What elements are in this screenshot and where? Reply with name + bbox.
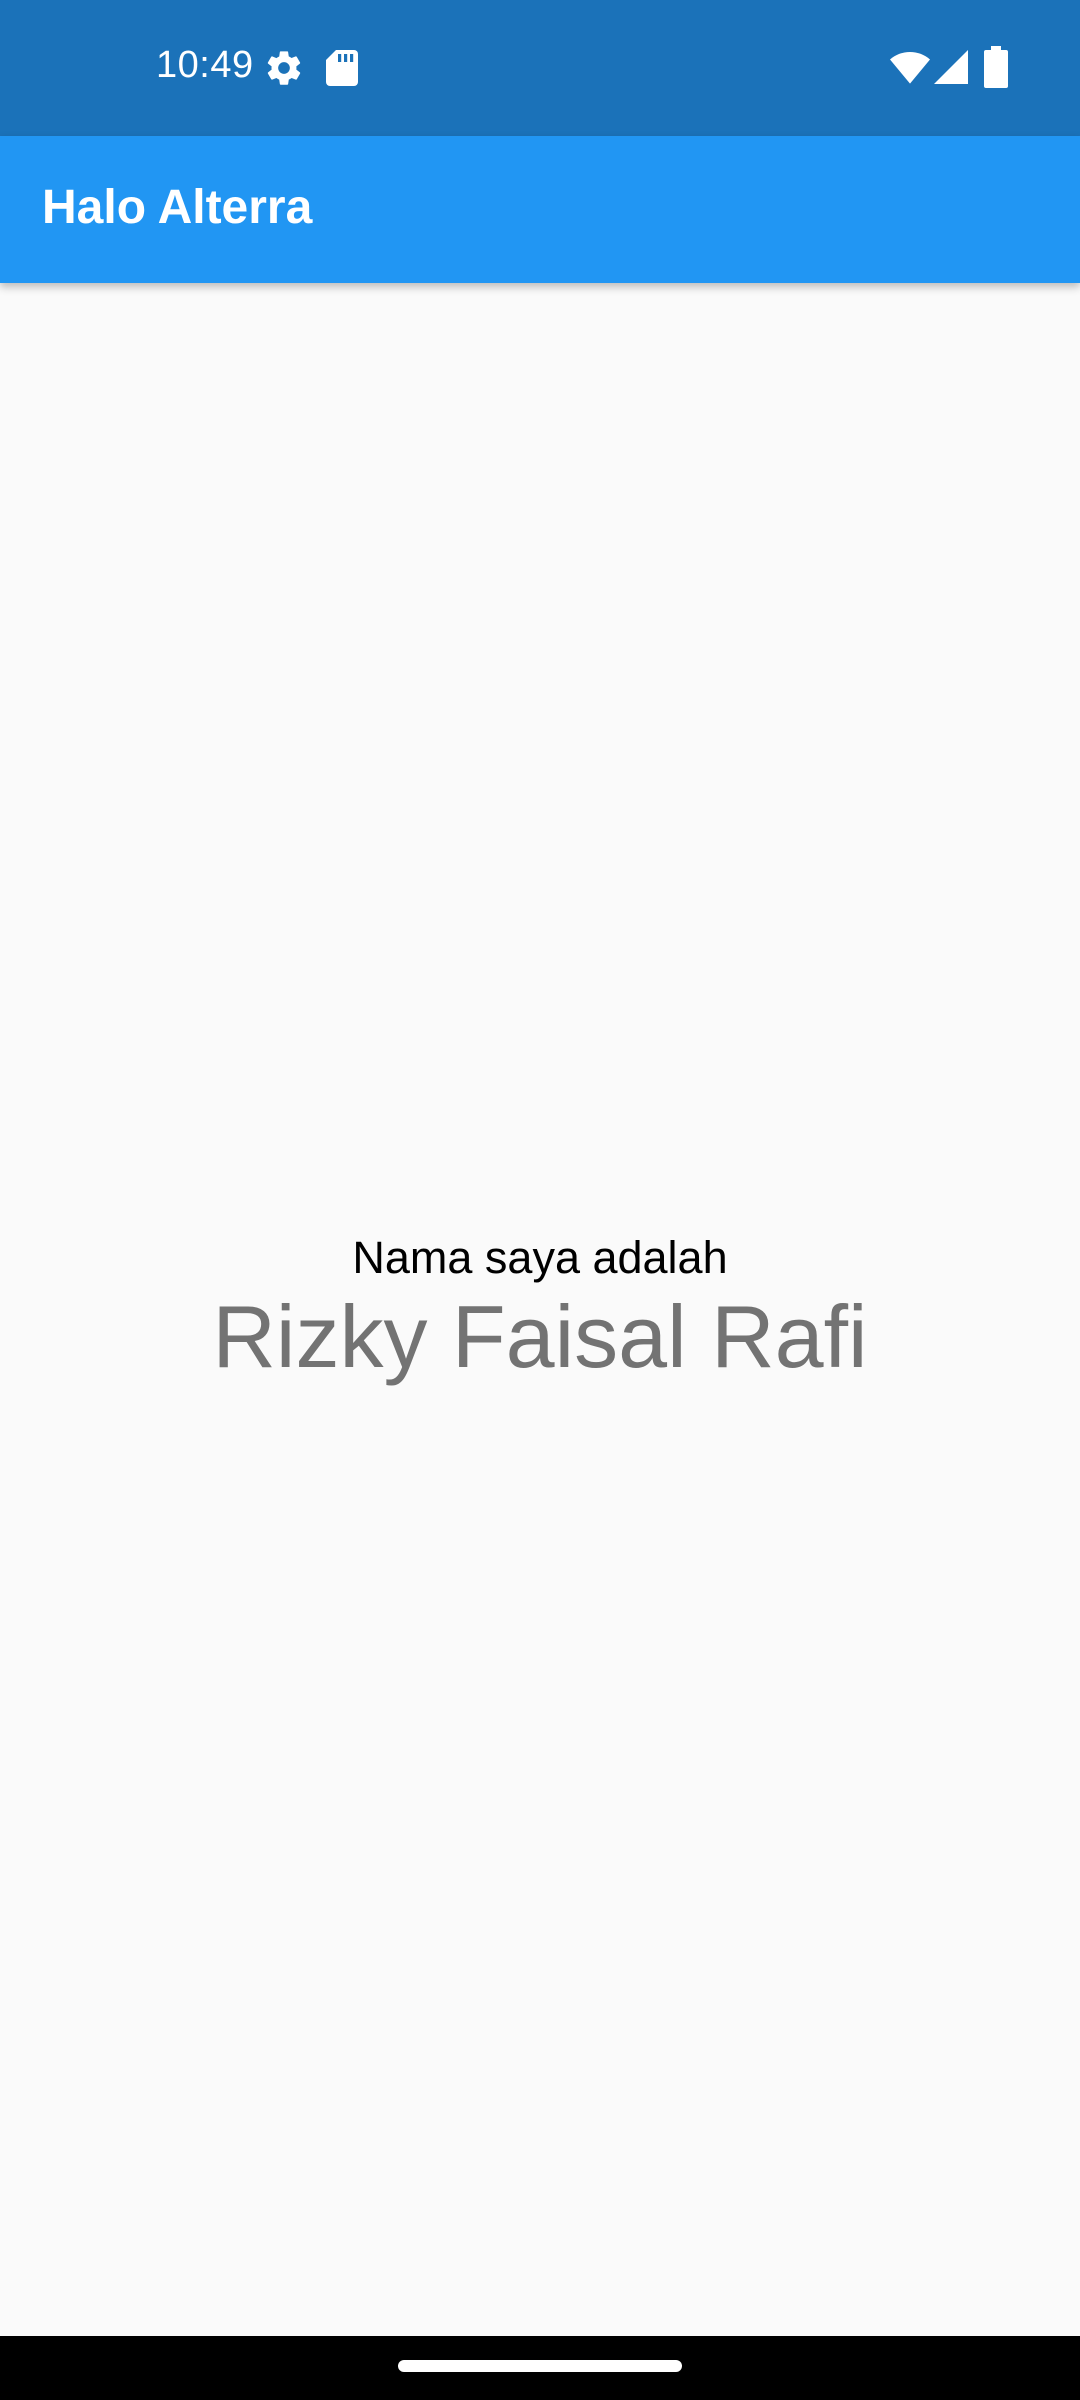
battery-icon [984,46,1008,88]
wifi-icon [890,52,930,84]
home-gesture-handle[interactable] [398,2360,682,2372]
intro-text: Nama saya adalah [352,1232,728,1283]
status-bar: 10:49 [0,0,1080,136]
status-time: 10:49 [156,44,254,86]
app-bar-title: Halo Alterra [42,181,313,234]
app-screen: 10:49 Halo Alterra Nama saya adalah Rizk… [0,0,1080,2400]
app-bar: Halo Alterra [0,136,1080,283]
main-content: Nama saya adalah Rizky Faisal Rafi [0,283,1080,2336]
name-text: Rizky Faisal Rafi [212,1287,868,1386]
name-card: Nama saya adalah Rizky Faisal Rafi [0,1229,1080,1387]
settings-gear-icon [267,51,301,85]
sd-card-icon [326,50,358,86]
navigation-bar [0,2336,1080,2400]
cellular-signal-icon [934,50,968,84]
